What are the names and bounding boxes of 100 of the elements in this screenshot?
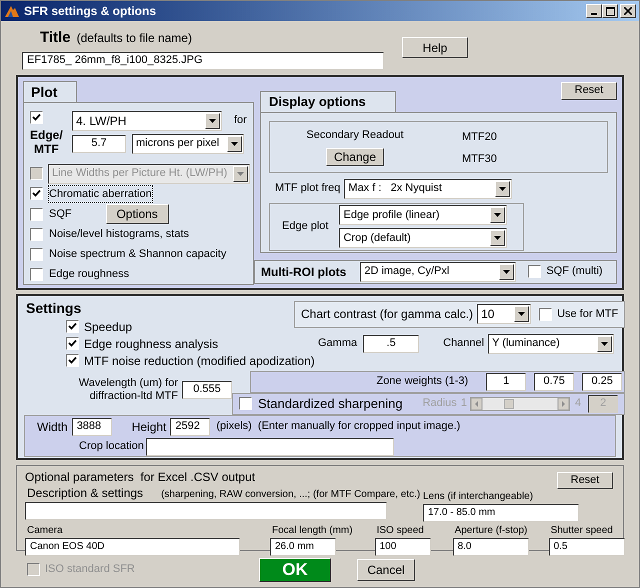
- help-button[interactable]: Help: [402, 37, 468, 58]
- hint-text: (sharpening, RAW conversion, ...; (for MTF Compare, etc.): [161, 488, 420, 502]
- caret-icon: [503, 270, 510, 274]
- checkbox-label: Noise spectrum & Shannon capacity: [48, 247, 228, 262]
- input-field[interactable]: 0.5: [548, 538, 625, 556]
- label: Edge plot: [282, 219, 328, 234]
- checkbox[interactable]: [30, 268, 43, 281]
- checkbox-label: Edge roughness analysis: [84, 336, 218, 352]
- label: Channel: [443, 336, 484, 352]
- checkbox[interactable]: [30, 208, 43, 221]
- input-field[interactable]: 26.0 mm: [270, 538, 336, 556]
- display-options-heading: Display options: [260, 90, 396, 112]
- checkbox-label: Standardized sharpening: [258, 394, 403, 413]
- dropdown[interactable]: 2D image, Cy/Pxl: [360, 262, 516, 282]
- checkbox-label: SQF: [48, 207, 73, 222]
- dropdown[interactable]: Crop (default): [339, 228, 508, 248]
- caret-icon: [209, 118, 216, 122]
- label: ISO speed: [376, 524, 425, 538]
- checkbox[interactable]: [66, 320, 79, 333]
- checkbox-label: Edge/: [30, 128, 63, 142]
- input-field[interactable]: EF1785_ 26mm_f8_i100_8325.JPG: [22, 52, 384, 70]
- close-button[interactable]: [620, 4, 636, 18]
- dropdown[interactable]: Edge profile (linear): [339, 205, 508, 225]
- label: for: [234, 113, 247, 128]
- dropdown[interactable]: Max f : 2x Nyquist: [344, 178, 512, 198]
- label: Height: [132, 418, 166, 436]
- label: Width: [37, 418, 68, 436]
- caret-icon: [601, 342, 608, 346]
- caret-icon: [237, 172, 244, 176]
- slider-thumb[interactable]: [504, 398, 514, 408]
- reset-button[interactable]: Reset: [561, 82, 617, 100]
- input-field[interactable]: 0.75: [534, 372, 574, 390]
- checkbox[interactable]: [539, 308, 552, 320]
- checkbox[interactable]: [30, 187, 43, 200]
- reset-button[interactable]: Reset: [557, 472, 613, 488]
- label: Lens (if interchangeable): [423, 490, 534, 504]
- label: 4: [574, 396, 582, 412]
- input-field[interactable]: 17.0 - 85.0 mm: [423, 504, 579, 522]
- slider[interactable]: [470, 396, 570, 410]
- label: Radius: [422, 396, 457, 412]
- input-field[interactable]: 1: [486, 372, 526, 390]
- checkbox[interactable]: [66, 337, 79, 350]
- label: MTF plot freq: [275, 181, 340, 196]
- input-field[interactable]: 0.25: [582, 372, 622, 390]
- close-icon: [624, 7, 632, 15]
- checkbox-label: Chromatic aberration: [48, 184, 153, 204]
- optional-heading: Optional parameters for Excel .CSV output: [25, 468, 256, 486]
- readout-value: MTF20: [462, 130, 497, 144]
- cancel-button[interactable]: Cancel: [357, 558, 415, 580]
- checkbox-label: Speedup: [84, 318, 132, 334]
- checkbox-label: MTF noise reduction (modified apodization): [84, 352, 315, 368]
- caret-icon: [494, 213, 502, 217]
- label: Secondary Readout: [306, 128, 404, 142]
- change-button[interactable]: Change: [326, 148, 384, 166]
- label: 1: [460, 396, 467, 412]
- maximize-icon: [606, 6, 614, 16]
- input-field[interactable]: Canon EOS 40D: [25, 538, 240, 556]
- checkbox[interactable]: [30, 110, 43, 124]
- label: Gamma: [318, 336, 358, 352]
- checkbox[interactable]: [66, 354, 79, 367]
- input-field[interactable]: .5: [363, 334, 420, 352]
- readout-value: MTF30: [462, 152, 497, 167]
- options-button[interactable]: Options: [106, 204, 169, 224]
- checkbox-label: Edge roughness: [48, 266, 130, 282]
- dropdown[interactable]: Y (luminance): [488, 334, 614, 354]
- input-field[interactable]: 100: [374, 538, 431, 556]
- checkbox[interactable]: [30, 228, 43, 242]
- note-text: (pixels) (Enter manually for cropped input image.): [216, 419, 460, 434]
- input-field[interactable]: 5.7: [72, 134, 126, 152]
- label: Focal length (mm): [272, 524, 353, 538]
- label: Shutter speed: [550, 524, 614, 538]
- checkbox[interactable]: [239, 397, 252, 410]
- checkbox-label: MTF: [34, 142, 59, 156]
- minimize-button[interactable]: [586, 4, 602, 18]
- checkbox-label: ISO standard SFR: [45, 562, 135, 578]
- checkbox-label: Noise/level histograms, stats: [48, 227, 190, 242]
- input-field[interactable]: 3888: [72, 418, 112, 436]
- checkbox[interactable]: [30, 248, 43, 261]
- input-field[interactable]: [146, 438, 394, 456]
- input-field[interactable]: 2592: [170, 418, 210, 436]
- label: Multi-ROI plots: [261, 264, 346, 280]
- title-label: Title: [40, 28, 71, 48]
- dropdown[interactable]: microns per pixel: [132, 134, 244, 154]
- settings-heading: Settings: [26, 298, 82, 316]
- caret-icon: [231, 142, 238, 146]
- label: Zone weights (1-3): [376, 374, 468, 390]
- label: Aperture (f-stop): [454, 524, 528, 538]
- input-field[interactable]: 0.555: [182, 380, 232, 398]
- ok-button[interactable]: OK: [259, 558, 331, 582]
- dropdown[interactable]: 10: [477, 304, 532, 324]
- window-title: SFR settings & options: [24, 3, 156, 20]
- checkbox[interactable]: [528, 265, 542, 278]
- input-field[interactable]: 8.0: [452, 538, 529, 556]
- hint-text: (defaults to file name): [76, 30, 192, 47]
- input-field[interactable]: [25, 502, 387, 520]
- label: Chart contrast (for gamma calc.): [301, 306, 474, 323]
- maximize-button[interactable]: [602, 4, 618, 18]
- label: Wavelength (um) for: [78, 376, 178, 390]
- label: Camera: [27, 524, 64, 538]
- dropdown[interactable]: 4. LW/PH: [72, 110, 222, 130]
